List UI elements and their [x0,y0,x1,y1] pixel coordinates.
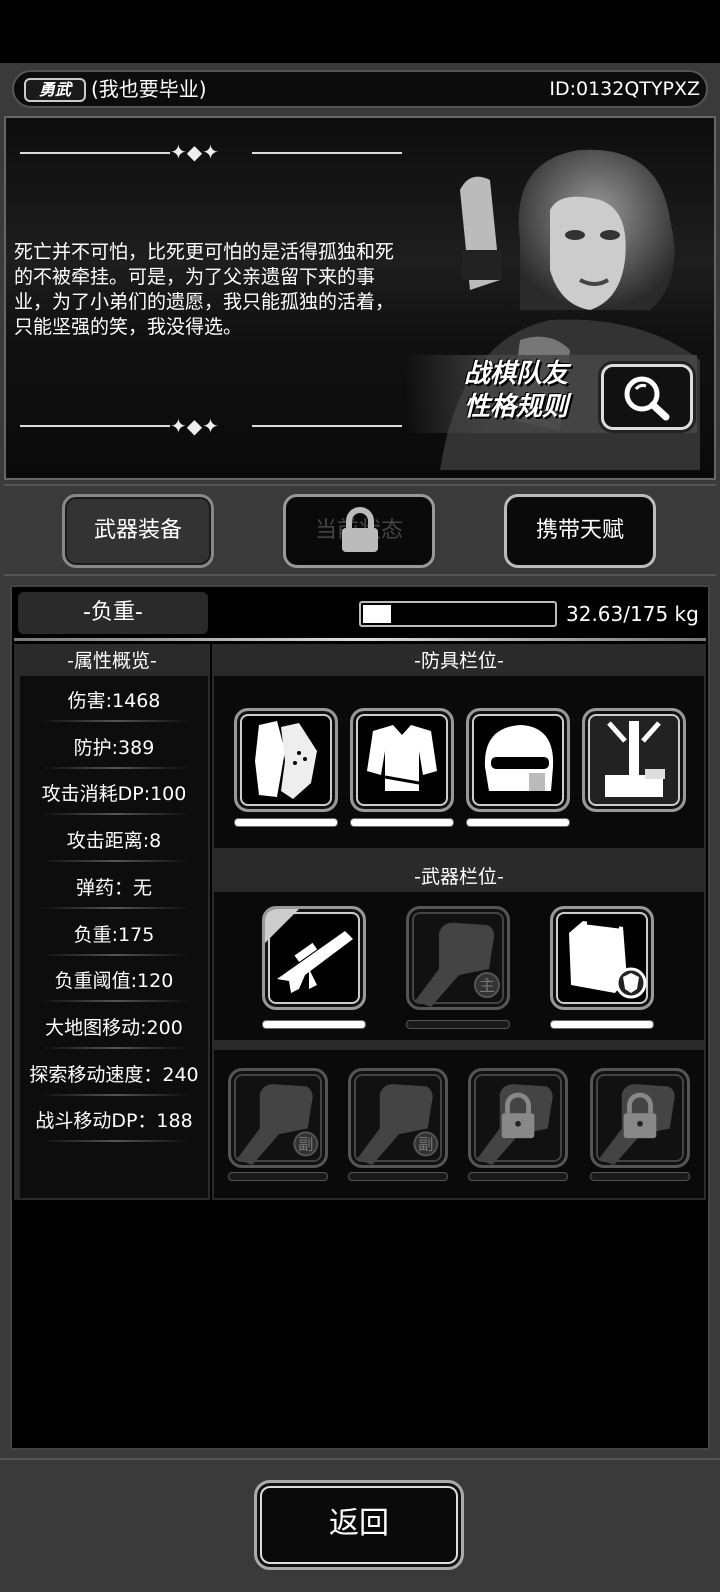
fist-icon: 主 [415,922,500,1007]
armor-section-title: -防具栏位- [414,650,504,672]
weapon-slot-primary[interactable] [262,906,366,1010]
load-progress-fill [363,605,391,623]
lock-icon [342,507,378,552]
secondary-tag: 副 [298,1136,313,1154]
title-badge[interactable]: 勇武 [24,78,86,102]
assault-rifle-icon [265,909,353,993]
secondary-3-durability [468,1172,568,1181]
tab-carried-talent[interactable]: 携带天赋 [504,494,656,568]
attribute-item: 防护:389 [73,737,155,759]
attribute-title: -属性概览- [67,650,157,672]
main-tag: 主 [479,976,495,995]
secondary-slot-2[interactable]: 副 [348,1068,448,1168]
attribute-item: 负重阈值:120 [54,970,174,992]
attribute-separator [40,1047,190,1049]
attribute-separator [40,1000,190,1002]
fist-icon: 副 [236,1084,319,1165]
character-story-text: 死亡并不可怕，比死更可怕的是活得孤独和死的不被牵挂。可是，为了父亲遗留下来的事业… [14,241,395,338]
attribute-item: 弹药：无 [75,877,152,899]
secondary-slot-4-locked[interactable] [590,1068,690,1168]
tab-weapon-equipment[interactable]: 武器装备 [62,494,214,568]
gloves-durability [234,818,338,827]
attribute-separator [40,720,190,722]
shield-durability [550,1020,654,1029]
helmet-durability [466,818,570,827]
backpack-icon [605,721,665,797]
teammate-rule-label[interactable]: 战棋队友 性格规则 [446,358,586,424]
magnifier-icon [624,376,670,421]
divider [14,638,706,641]
attribute-item: 负重:175 [73,924,155,946]
rifle-durability [262,1020,366,1029]
load-label: -负重- [18,592,208,634]
main-fist-durability [406,1020,510,1029]
body-armor-icon [367,725,437,791]
attribute-separator [40,767,190,769]
secondary-tag: 副 [418,1136,433,1154]
attribute-separator [40,860,190,862]
back-button[interactable]: 返回 [254,1480,464,1570]
secondary-slot-1[interactable]: 副 [228,1068,328,1168]
fist-icon: 副 [356,1084,439,1165]
armor-slot-gloves[interactable] [234,708,338,812]
weapon-section-title: -武器栏位- [414,866,504,888]
attribute-item: 伤害:1468 [67,690,161,712]
helmet-icon [484,725,554,791]
armor-slot-body[interactable] [350,708,454,812]
attribute-item: 攻击消耗DP:100 [41,783,187,805]
attribute-separator [40,1140,190,1142]
locked-fist-icon [598,1084,675,1165]
attribute-separator [40,813,190,815]
attribute-item: 战斗移动DP：188 [35,1110,193,1132]
locked-fist-icon [476,1084,553,1165]
armor-slot-helmet[interactable] [466,708,570,812]
magnifier-button[interactable] [601,364,693,430]
secondary-2-durability [348,1172,448,1181]
shield-case-icon [569,921,647,999]
load-value: 32.63/175 kg [566,602,699,626]
player-id: ID:0132QTYPXZ [549,78,700,100]
player-name: (我也要毕业) [91,77,207,101]
attribute-item: 大地图移动:200 [45,1017,183,1039]
secondary-4-durability [590,1172,690,1181]
weapon-slot-main-fist[interactable]: 主 [406,906,510,1010]
weapon-slot-shield[interactable] [550,906,654,1010]
attribute-item: 攻击距离:8 [66,830,162,852]
armor-slot-backpack[interactable] [582,708,686,812]
secondary-slot-3-locked[interactable] [468,1068,568,1168]
attribute-item: 探索移动速度：240 [29,1064,199,1086]
attribute-separator [40,907,190,909]
secondary-1-durability [228,1172,328,1181]
gloves-icon [255,721,317,799]
attribute-separator [40,1094,190,1096]
body-armor-durability [350,818,454,827]
attribute-separator [40,954,190,956]
